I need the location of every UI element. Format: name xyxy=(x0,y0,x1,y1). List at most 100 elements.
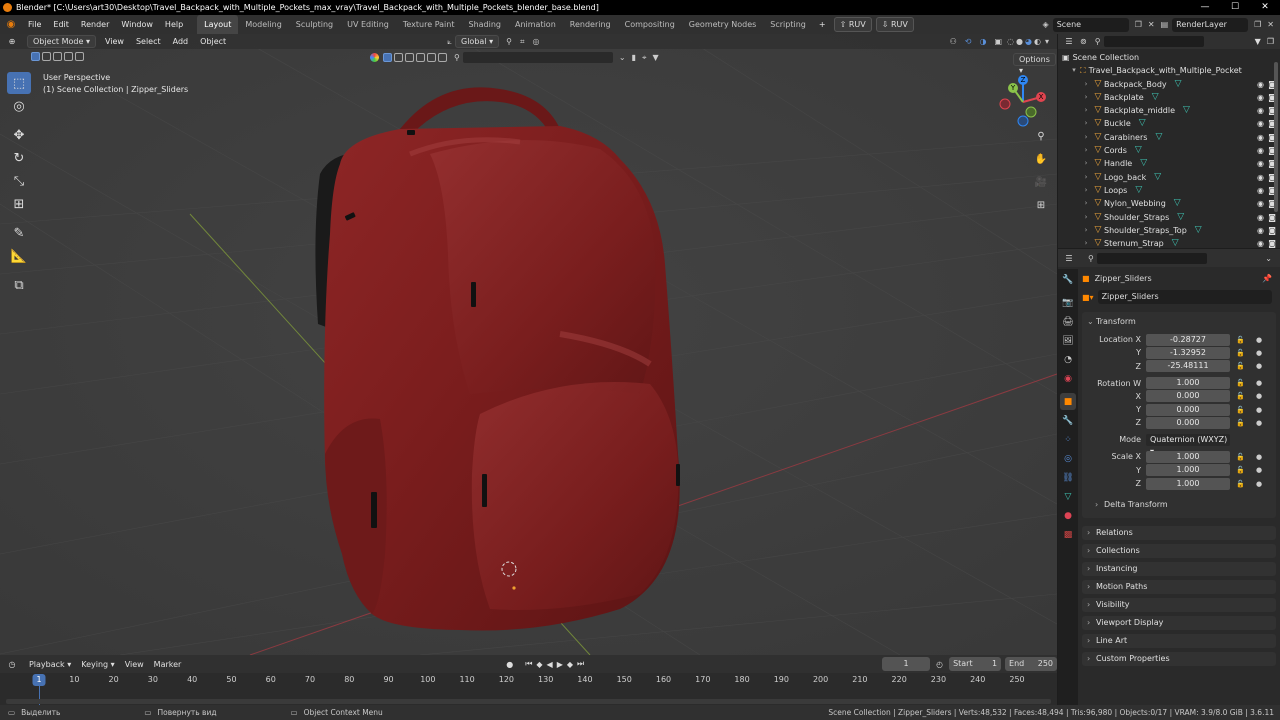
outliner-item[interactable]: › ▽ Backplate ▽ ◉ ◙ xyxy=(1058,91,1280,104)
world-tab-icon[interactable]: ◉ xyxy=(1060,370,1076,387)
prev-keyframe-icon[interactable]: ◆ xyxy=(536,660,542,669)
jump-start-icon[interactable]: ⏮ xyxy=(525,659,532,669)
camera-view-icon[interactable]: 🎥 xyxy=(1031,172,1051,192)
current-frame-field[interactable]: 1 xyxy=(882,657,931,671)
editor-type-icon[interactable]: ⊕ xyxy=(0,37,24,46)
keyframe-dot-icon[interactable]: ● xyxy=(1256,419,1262,427)
scale-tool-icon[interactable]: ⤡ xyxy=(7,170,31,192)
properties-editor-icon[interactable]: ☰ xyxy=(1058,254,1080,263)
outliner-item[interactable]: › ▽ Logo_back ▽ ◉ ◙ xyxy=(1058,171,1280,184)
object-tab-icon[interactable]: ■ xyxy=(1060,393,1076,410)
ruv-up-button[interactable]: ⇧ RUV xyxy=(833,17,872,32)
new-collection-icon[interactable]: ❐ xyxy=(1267,37,1274,46)
viewport-menu-select[interactable]: Select xyxy=(130,37,167,46)
lock-icon[interactable]: 🔓 xyxy=(1236,466,1245,474)
eye-icon[interactable]: ◉ xyxy=(1257,197,1264,210)
tab-rendering[interactable]: Rendering xyxy=(563,15,618,34)
panel-collections[interactable]: Collections xyxy=(1082,544,1276,559)
filter-mesh-icon[interactable] xyxy=(383,53,392,62)
lock-icon[interactable]: 🔓 xyxy=(1236,379,1245,387)
eye-icon[interactable]: ◉ xyxy=(1257,104,1264,117)
select-extend-icon[interactable] xyxy=(42,52,51,61)
data-tab-icon[interactable]: ▽ xyxy=(1060,488,1076,505)
scale-x-field[interactable]: 1.000 xyxy=(1146,450,1230,463)
collapse-icon[interactable]: ⌄ xyxy=(619,53,626,62)
scene-collection-row[interactable]: ▣ Scene Collection xyxy=(1058,51,1280,64)
blender-menu-icon[interactable]: ◉ xyxy=(0,19,22,30)
location-x-field[interactable]: -0.28727 xyxy=(1146,333,1230,346)
viewport-menu-view[interactable]: View xyxy=(99,37,130,46)
outliner-search-input[interactable] xyxy=(1103,36,1204,47)
menu-help[interactable]: Help xyxy=(159,15,189,34)
menu-file[interactable]: File xyxy=(22,15,47,34)
eye-icon[interactable]: ◉ xyxy=(1257,91,1264,104)
location-y-field[interactable]: -1.32952 xyxy=(1146,346,1230,359)
expand-arrow-icon[interactable]: › xyxy=(1080,211,1092,224)
expand-arrow-icon[interactable]: › xyxy=(1080,104,1092,117)
annotate-tool-icon[interactable]: ✎ xyxy=(7,222,31,244)
viewport-menu-add[interactable]: Add xyxy=(167,37,195,46)
select-intersect-icon[interactable] xyxy=(75,52,84,61)
keyframe-dot-icon[interactable]: ● xyxy=(1256,362,1262,370)
select-new-icon[interactable] xyxy=(31,52,40,61)
outliner-item[interactable]: › ▽ Backpack_Body ▽ ◉ ◙ xyxy=(1058,78,1280,91)
tab-geometry-nodes[interactable]: Geometry Nodes xyxy=(682,15,763,34)
tab-texture-paint[interactable]: Texture Paint xyxy=(396,15,462,34)
tab-modeling[interactable]: Modeling xyxy=(238,15,288,34)
tab-uv-editing[interactable]: UV Editing xyxy=(340,15,396,34)
expand-arrow-icon[interactable]: › xyxy=(1080,197,1092,210)
viewport-menu-object[interactable]: Object xyxy=(194,37,232,46)
timeline-menu-view[interactable]: View xyxy=(120,660,149,669)
mode-selector[interactable]: Object Mode ▾ xyxy=(27,35,96,48)
ruv-down-button[interactable]: ⇩ RUV xyxy=(875,17,914,32)
current-frame-marker[interactable]: 1 xyxy=(32,674,46,686)
outliner-item[interactable]: › ▽ Carabiners ▽ ◉ ◙ xyxy=(1058,131,1280,144)
options-button[interactable]: Options ▾ xyxy=(1013,53,1056,75)
3d-viewport[interactable]: ⊕ Object Mode ▾ View Select Add Object ⟀… xyxy=(0,34,1057,655)
play-icon[interactable]: ▶ xyxy=(557,660,563,669)
filter-other-icon[interactable] xyxy=(438,53,447,62)
shading-rendered-icon[interactable]: ◐ xyxy=(1034,37,1041,46)
color-icon[interactable] xyxy=(370,53,379,62)
pivot-icon[interactable]: ⚲ xyxy=(506,37,512,46)
panel-line-art[interactable]: Line Art xyxy=(1082,634,1276,649)
play-reverse-icon[interactable]: ◀ xyxy=(547,660,553,669)
scene-selector[interactable]: Scene xyxy=(1052,17,1129,32)
keyframe-dot-icon[interactable]: ● xyxy=(1256,349,1262,357)
outliner-item[interactable]: › ▽ Loops ▽ ◉ ◙ xyxy=(1058,184,1280,197)
eye-icon[interactable]: ◉ xyxy=(1257,131,1264,144)
shading-wireframe-icon[interactable]: ◌ xyxy=(1007,37,1014,46)
view-layer-tab-icon[interactable]: 🖼 xyxy=(1060,332,1076,349)
menu-edit[interactable]: Edit xyxy=(47,15,75,34)
panel-visibility[interactable]: Visibility xyxy=(1082,598,1276,613)
expand-arrow-icon[interactable]: › xyxy=(1080,224,1092,237)
delete-view-layer-icon[interactable]: ✕ xyxy=(1267,20,1274,29)
outliner-item[interactable]: › ▽ Handle ▽ ◉ ◙ xyxy=(1058,157,1280,170)
start-frame-field[interactable]: Start 1 xyxy=(949,657,1002,671)
add-workspace-button[interactable]: + xyxy=(813,15,832,34)
expand-arrow-icon[interactable]: › xyxy=(1080,78,1092,91)
proportional-edit-icon[interactable]: ◎ xyxy=(532,37,539,46)
gizmo-y[interactable]: Y xyxy=(1008,83,1018,93)
rotation-y-field[interactable]: 0.000 xyxy=(1146,403,1230,416)
constraints-tab-icon[interactable]: ⛓ xyxy=(1060,469,1076,486)
rotation-mode-dropdown[interactable]: Quaternion (WXYZ) ▾ xyxy=(1146,433,1230,456)
collection-row[interactable]: ▾ ⛶ Travel_Backpack_with_Multiple_Pocket xyxy=(1058,64,1280,77)
delta-transform-subpanel[interactable]: › Delta Transform xyxy=(1082,498,1276,512)
eye-icon[interactable]: ◉ xyxy=(1257,78,1264,91)
close-button[interactable]: ✕ xyxy=(1250,0,1280,15)
lock-icon[interactable]: 🔓 xyxy=(1236,480,1245,488)
keyframe-dot-icon[interactable]: ● xyxy=(1256,392,1262,400)
gizmo-z[interactable]: Z xyxy=(1018,75,1028,85)
eye-icon[interactable]: ◉ xyxy=(1257,117,1264,130)
select-subtract-icon[interactable] xyxy=(53,52,62,61)
shading-options-icon[interactable]: ▾ xyxy=(1045,37,1049,46)
particles-tab-icon[interactable]: ⁘ xyxy=(1060,431,1076,448)
transform-orientation-selector[interactable]: Global ▾ xyxy=(455,35,500,48)
filter-camera-icon[interactable] xyxy=(416,53,425,62)
gizmo-x[interactable]: X xyxy=(1036,92,1046,102)
snap-icon[interactable]: ⌗ xyxy=(520,37,525,47)
object-data-icon[interactable]: ■▾ xyxy=(1082,293,1094,302)
select-invert-icon[interactable] xyxy=(64,52,73,61)
expand-arrow-icon[interactable]: › xyxy=(1080,91,1092,104)
